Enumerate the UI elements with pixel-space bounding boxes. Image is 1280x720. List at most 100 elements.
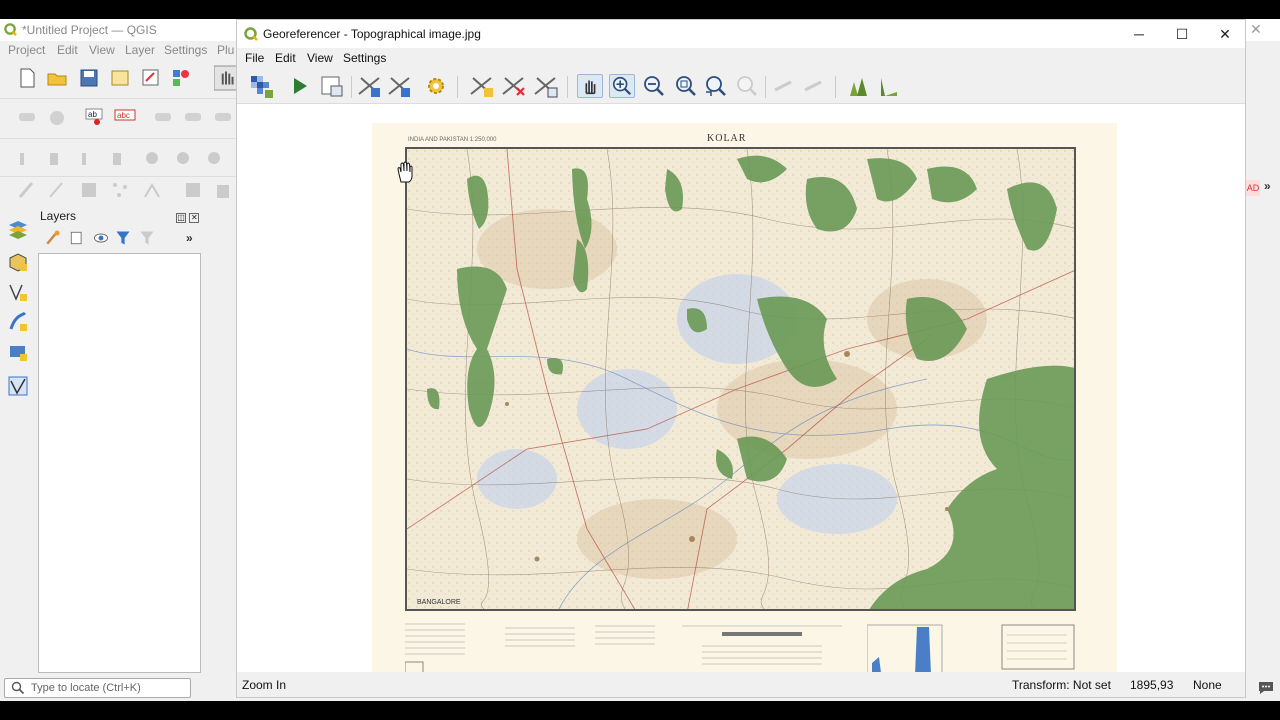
add-group-icon[interactable]: [68, 229, 86, 247]
locator-search-bar[interactable]: Type to locate (Ctrl+K): [4, 678, 191, 698]
digitize-1-icon[interactable]: [16, 147, 38, 169]
link-qgis-to-georeferencer-icon[interactable]: [801, 74, 827, 98]
toolbar-separator: [765, 76, 766, 98]
menu-file[interactable]: File: [245, 51, 264, 65]
digitize-3-icon[interactable]: [78, 147, 100, 169]
open-raster-icon[interactable]: [249, 74, 275, 98]
delete-point-icon[interactable]: [501, 74, 527, 98]
map-legend-block: [404, 618, 665, 672]
layer-diagram-icon[interactable]: abc: [114, 105, 136, 127]
modify-attributes-icon[interactable]: [182, 179, 204, 201]
generate-gdal-script-icon[interactable]: [319, 74, 345, 98]
qgis-close-button[interactable]: ✕: [1250, 21, 1262, 38]
letterbox-bottom: [0, 701, 1280, 720]
data-source-toolbar: [0, 205, 36, 701]
status-crs-text[interactable]: None: [1193, 678, 1222, 692]
link-georeferencer-to-qgis-icon[interactable]: [771, 74, 797, 98]
qgis-menu-plugins[interactable]: Plu: [217, 43, 234, 57]
right-badge[interactable]: AD: [1246, 180, 1260, 196]
open-project-icon[interactable]: [46, 67, 68, 89]
zoom-last-icon[interactable]: [703, 74, 729, 98]
start-georeferencing-icon[interactable]: [287, 74, 313, 98]
georeferencer-map-canvas[interactable]: INDIA AND PAKISTAN 1:250,000 KOLAR BANGA…: [237, 104, 1245, 672]
digitize-4-icon[interactable]: [109, 147, 131, 169]
maximize-button[interactable]: ☐: [1162, 24, 1202, 44]
zoom-in-icon[interactable]: [609, 74, 635, 98]
layout-manager-icon[interactable]: [140, 67, 162, 89]
style-manager-icon[interactable]: [170, 67, 192, 89]
qgis-logo-icon: [244, 27, 258, 41]
add-point-icon[interactable]: [469, 74, 495, 98]
full-histogram-stretch-icon[interactable]: [847, 74, 873, 98]
move-label-icon[interactable]: [212, 107, 234, 129]
qgis-label-toolbar: ab abc: [0, 99, 236, 139]
map-place-label: BANGALORE: [417, 599, 461, 606]
qgis-menu-layer[interactable]: Layer: [125, 43, 155, 57]
edit-pencil-icon[interactable]: [46, 179, 68, 201]
map-sheet-title: KOLAR: [707, 133, 747, 144]
layers-panel-title: Layers: [40, 209, 77, 223]
float-panel-icon[interactable]: ◫: [176, 213, 186, 223]
status-tool-text: Zoom In: [242, 678, 287, 692]
close-button[interactable]: ✕: [1205, 24, 1245, 44]
zoom-out-icon[interactable]: [641, 74, 667, 98]
move-gcp-point-icon[interactable]: [533, 74, 559, 98]
data-source-manager-icon[interactable]: [7, 219, 29, 241]
label-pin-icon[interactable]: [16, 107, 38, 129]
georeferencer-window: Georeferencer - Topographical image.jpg …: [236, 19, 1246, 698]
zoom-to-layer-icon[interactable]: [673, 74, 699, 98]
toolbar-separator: [835, 76, 836, 98]
label-highlight-icon[interactable]: [46, 107, 68, 129]
show-labels-icon[interactable]: [182, 107, 204, 129]
qgis-menu-project[interactable]: Project: [8, 43, 45, 57]
layer-labeling-icon[interactable]: ab: [84, 105, 106, 127]
more-tools-chevron-icon[interactable]: »: [186, 231, 193, 245]
qgis-menu-view[interactable]: View: [89, 43, 115, 57]
add-feature-icon[interactable]: [109, 179, 131, 201]
digitize-6-icon[interactable]: [172, 147, 194, 169]
georeferencer-toolbar: [237, 68, 1245, 104]
menu-edit[interactable]: Edit: [275, 51, 296, 65]
close-panel-icon[interactable]: ✕: [189, 213, 200, 223]
save-edits-icon[interactable]: [78, 179, 100, 201]
add-raster-layer-icon[interactable]: [7, 341, 29, 363]
toggle-editing-icon[interactable]: [16, 179, 38, 201]
letterbox-top: [0, 0, 1280, 19]
toolbar-separator: [351, 76, 352, 98]
manage-map-themes-icon[interactable]: [92, 229, 110, 247]
right-toolbar-chevron-icon[interactable]: »: [1264, 179, 1271, 193]
digitize-7-icon[interactable]: [203, 147, 225, 169]
digitize-5-icon[interactable]: [141, 147, 163, 169]
add-delimited-text-icon[interactable]: [7, 311, 29, 333]
qgis-menu-edit[interactable]: Edit: [57, 43, 78, 57]
filter-legend-icon[interactable]: [114, 229, 132, 247]
pan-icon[interactable]: [577, 74, 603, 98]
layer-styling-icon[interactable]: [44, 229, 62, 247]
qgis-editing-toolbar: [0, 177, 236, 205]
pan-map-icon[interactable]: [214, 65, 238, 91]
delete-selected-icon[interactable]: [212, 179, 234, 201]
layers-tree[interactable]: [38, 253, 201, 673]
filter-expression-icon[interactable]: [138, 229, 156, 247]
vertex-tool-icon[interactable]: [141, 179, 163, 201]
minimize-button[interactable]: ─: [1119, 24, 1159, 44]
save-gcp-points-icon[interactable]: [387, 74, 413, 98]
menu-settings[interactable]: Settings: [343, 51, 386, 65]
pin-labels-icon[interactable]: [152, 107, 174, 129]
zoom-next-icon[interactable]: [734, 74, 760, 98]
add-vector-layer-icon[interactable]: [7, 281, 29, 303]
digitize-2-icon[interactable]: [46, 147, 68, 169]
new-geopackage-icon[interactable]: [7, 251, 29, 273]
menu-view[interactable]: View: [307, 51, 333, 65]
locator-placeholder: Type to locate (Ctrl+K): [31, 682, 141, 694]
load-gcp-points-icon[interactable]: [357, 74, 383, 98]
qgis-menu-settings[interactable]: Settings: [164, 43, 207, 57]
add-mesh-layer-icon[interactable]: [7, 375, 29, 397]
save-project-icon[interactable]: [78, 67, 100, 89]
messages-icon[interactable]: [1257, 680, 1275, 696]
new-project-icon[interactable]: [16, 67, 38, 89]
new-print-layout-icon[interactable]: [109, 67, 131, 89]
qgis-digitizing-toolbar: [0, 139, 236, 177]
transformation-settings-icon[interactable]: [423, 74, 449, 98]
local-histogram-stretch-icon[interactable]: [877, 74, 903, 98]
